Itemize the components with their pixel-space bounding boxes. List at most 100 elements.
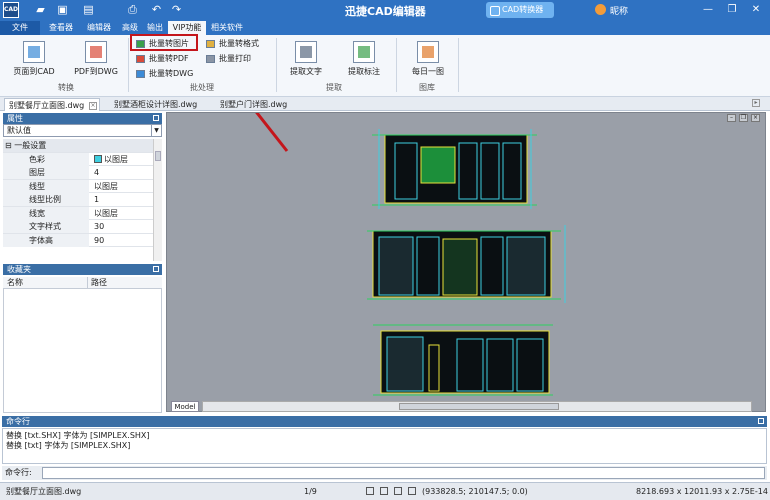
properties-panel-header: 属性 (3, 113, 162, 124)
button-label: 批量转DWG (149, 69, 194, 78)
group-label-gallery: 图库 (419, 83, 435, 92)
panel-title: 命令行 (6, 417, 30, 426)
favorites-list[interactable] (3, 289, 162, 413)
tab-output[interactable]: 输出 (142, 21, 168, 35)
command-log: 替换 [txt.SHX] 字体为 [SIMPLEX.SHX] 替换 [txt] … (2, 428, 767, 464)
batch-to-pdf-button[interactable]: 批量转PDF (134, 53, 189, 65)
batch-to-dwg-button[interactable]: 批量转DWG (134, 68, 193, 80)
properties-scrollbar[interactable] (153, 139, 162, 261)
button-label: 批量转格式 (219, 39, 259, 48)
page-to-cad-button[interactable]: 页面到CAD (10, 41, 58, 77)
property-value: 以图层 (94, 181, 118, 191)
open-folder-icon[interactable]: ▰ (34, 3, 47, 16)
button-label: 每日一图 (412, 67, 444, 76)
property-row[interactable]: 文字样式 30 (3, 220, 153, 234)
close-icon[interactable]: × (89, 102, 97, 110)
group-separator (128, 38, 129, 92)
property-key: 图层 (3, 166, 89, 179)
doc-tab-2[interactable]: 别墅酒柜设计详图.dwg (110, 98, 210, 111)
scroll-thumb[interactable] (399, 403, 559, 410)
selector-value: 默认值 (7, 126, 31, 135)
property-value: 以图层 (94, 208, 118, 218)
chevron-down-icon[interactable]: ▼ (151, 125, 161, 136)
status-dimensions: 8218.693 x 12011.93 x 2.75E-14 (636, 487, 768, 496)
user-name[interactable]: 昵称 (610, 4, 628, 17)
osnap-icon[interactable] (408, 487, 416, 495)
user-avatar-icon[interactable] (595, 4, 606, 15)
tab-advanced[interactable]: 高级 (118, 21, 142, 35)
tab-related[interactable]: 相关软件 (206, 21, 248, 35)
extract-text-button[interactable]: 提取文字 (284, 41, 328, 77)
highlight-box (130, 34, 198, 51)
property-key: 字体高 (3, 233, 89, 247)
undo-icon[interactable]: ↶ (150, 3, 163, 16)
doc-tab-label: 别墅户门详图.dwg (220, 100, 288, 109)
property-row[interactable]: 图层 4 (3, 166, 153, 180)
property-row[interactable]: 色彩 以图层 (3, 152, 153, 166)
doc-tab-1[interactable]: 别墅餐厅立面图.dwg × (4, 98, 100, 111)
tab-vip[interactable]: VIP功能 (168, 21, 206, 35)
group-separator (396, 38, 397, 92)
button-label: 提取标注 (348, 67, 380, 76)
page-cad-icon (23, 41, 45, 63)
panel-title: 收藏夹 (7, 265, 31, 274)
restore-icon[interactable]: ❐ (724, 2, 740, 18)
column-header-name[interactable]: 名称 (7, 277, 23, 289)
property-row[interactable]: 线型比例 1 (3, 193, 153, 207)
favorites-panel-header: 收藏夹 (3, 264, 162, 275)
redo-icon[interactable]: ↷ (170, 3, 183, 16)
button-label: 提取文字 (290, 67, 322, 76)
properties-selector[interactable]: 默认值 ▼ (3, 124, 162, 137)
doc-tab-3[interactable]: 别墅户门详图.dwg (216, 98, 306, 111)
batch-print-button[interactable]: 批量打印 (204, 53, 251, 65)
minimize-icon[interactable]: — (700, 2, 716, 18)
extract-dimension-icon (353, 41, 375, 63)
pin-icon[interactable] (758, 418, 764, 424)
grid-icon[interactable] (380, 487, 388, 495)
property-value: 30 (94, 222, 105, 231)
command-panel-header: 命令行 (2, 416, 767, 427)
pdf-icon (85, 41, 107, 63)
pin-icon[interactable] (153, 115, 159, 121)
property-row[interactable]: 线宽 以图层 (3, 206, 153, 220)
annotation-arrow (255, 113, 289, 152)
save-as-icon[interactable]: ▤ (82, 3, 95, 16)
print-icon[interactable]: ⎙ (126, 3, 139, 16)
close-icon[interactable]: ✕ (748, 2, 764, 18)
scroll-thumb[interactable] (155, 151, 161, 161)
pdf-to-dwg-button[interactable]: PDF到DWG (70, 41, 122, 77)
pin-icon[interactable] (153, 266, 159, 272)
extract-text-icon (295, 41, 317, 63)
property-row[interactable]: 线型 以图层 (3, 179, 153, 193)
snap-icon[interactable] (366, 487, 374, 495)
group-separator (458, 38, 459, 92)
property-value: 90 (94, 235, 105, 245)
group-label: 一般设置 (14, 141, 47, 150)
extract-dimension-button[interactable]: 提取标注 (342, 41, 386, 77)
tab-viewer[interactable]: 查看器 (42, 21, 80, 35)
elevation-drawing-3 (373, 324, 553, 396)
column-header-path[interactable]: 路径 (87, 277, 107, 289)
property-row[interactable]: 字体高 90 (3, 233, 153, 247)
button-label: 批量打印 (219, 54, 251, 63)
model-tab[interactable]: Model (171, 401, 199, 412)
cad-converter-button[interactable]: CAD转换器 (486, 2, 554, 18)
ribbon-tab-bar: 文件 查看器 编辑器 高级 输出 VIP功能 相关软件 (0, 20, 770, 35)
tab-editor[interactable]: 编辑器 (80, 21, 118, 35)
drawing-canvas[interactable]: – ❐ × (166, 112, 766, 412)
daily-drawing-button[interactable]: 每日一图 (406, 41, 450, 77)
tab-scroll-right-icon[interactable]: ▸ (752, 99, 760, 107)
batch-format-button[interactable]: 批量转格式 (204, 38, 259, 50)
command-input[interactable] (42, 467, 765, 479)
elevation-drawing-1 (372, 129, 537, 209)
properties-table: ⊟ 一般设置 色彩 以图层 图层 4 线型 以图层 线型比例 1 线宽 以图层 … (3, 139, 153, 247)
save-icon[interactable]: ▣ (56, 3, 69, 16)
command-prompt-label: 命令行: (5, 468, 32, 477)
group-label-convert: 转换 (58, 83, 74, 92)
canvas-horizontal-scrollbar[interactable] (202, 401, 752, 412)
ortho-icon[interactable] (394, 487, 402, 495)
property-group-general[interactable]: ⊟ 一般设置 (3, 139, 153, 153)
elevation-drawing-2 (367, 225, 566, 303)
doc-tab-label: 别墅餐厅立面图.dwg (9, 101, 85, 110)
tab-file[interactable]: 文件 (0, 21, 40, 35)
